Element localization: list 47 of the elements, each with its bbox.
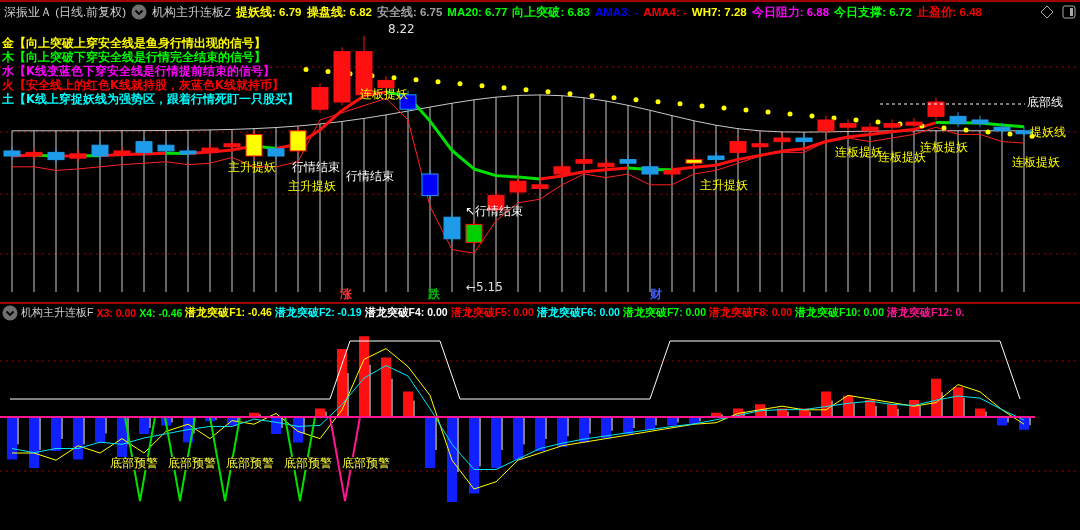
indicator-reading: MA20: 6.77 [447, 6, 508, 18]
price-high-label: 8.22 [388, 23, 415, 36]
indicator-reading: 今日阻力: 6.88 [751, 4, 830, 20]
price-low-label: ←5.15 [466, 281, 503, 294]
indicator-reading: X4: -0.46 [139, 306, 183, 319]
indicator-reading: 潜龙突破F4: 0.00 [364, 305, 448, 320]
signal-label: 主升提妖 [700, 179, 748, 192]
date-marker: 财 [650, 288, 662, 301]
warning-label: 底部预警 [168, 457, 216, 470]
indicator-reading: 潜龙突破F10: 0.00 [795, 305, 885, 320]
indicator-reading: 提妖线: 6.79 [236, 4, 302, 20]
indicator-reading: AMA3: - [594, 6, 639, 18]
indicator-reading: 潜龙突破F5: 0.00 [450, 305, 534, 320]
warning-label: 底部预警 [226, 457, 274, 470]
indicator-reading: 安全线: 6.75 [376, 4, 443, 20]
indicator-name: 机构主升连板F [21, 305, 94, 320]
indicator-reading: WH7: 7.28 [691, 6, 747, 18]
legend-text: 火【安全线上的红色K线就持股，灰蓝色K线就持币】 [2, 78, 285, 92]
signal-label: 连板提妖 [920, 141, 968, 154]
signal-label: 行情结束 [346, 170, 394, 183]
date-marker: 跌 [428, 288, 440, 301]
indicator-name: 机构主升连板Z [152, 4, 232, 20]
indicator-reading: X3: 0.00 [96, 306, 137, 319]
indicator-reading: 潜龙突破F1: -0.46 [185, 305, 272, 320]
indicator-reading: 潜龙突破F7: 0.00 [622, 305, 706, 320]
signal-label: 底部线 [1027, 96, 1063, 109]
indicator-reading: 潜龙突破F8: 0.00 [709, 305, 793, 320]
legend-text: 土【K线上穿捉妖线为强势区，跟着行情死盯一只股买】 [2, 92, 299, 106]
indicator-reading: 操盘线: 6.82 [306, 4, 372, 20]
signal-label: 连板提妖 [1012, 156, 1060, 169]
warning-label: 底部预警 [110, 457, 158, 470]
warning-label: 底部预警 [342, 457, 390, 470]
indicator-reading: 今日支撑: 6.72 [834, 4, 912, 20]
legend-text: 水【K线变蓝色下穿安全线是行情提前结束的信号】 [2, 64, 276, 78]
indicator-reading: AMA4: - [643, 6, 687, 18]
warning-label: 底部预警 [284, 457, 332, 470]
signal-label: 行情结束 [292, 161, 340, 174]
indicator-reading: 潜龙突破F6: 0.00 [536, 305, 620, 320]
stock-title: 深振业Ａ (日线.前复权) [4, 4, 127, 20]
date-marker: 涨 [340, 288, 352, 301]
signal-label: 主升提妖 [288, 180, 336, 193]
indicator-reading: 潜龙突破F2: -0.19 [274, 305, 362, 320]
indicator-reading: 止盈价: 6.48 [916, 4, 982, 20]
legend-text: 金【向上突破上穿安全线是鱼身行情出现的信号】 [2, 36, 267, 50]
legend-text: 木【向上突破下穿安全线是行情完全结束的信号】 [2, 50, 267, 64]
indicator-reading: 向上突破: 6.83 [512, 4, 590, 20]
indicator-reading: 潜龙突破F12: 0. [887, 305, 965, 320]
